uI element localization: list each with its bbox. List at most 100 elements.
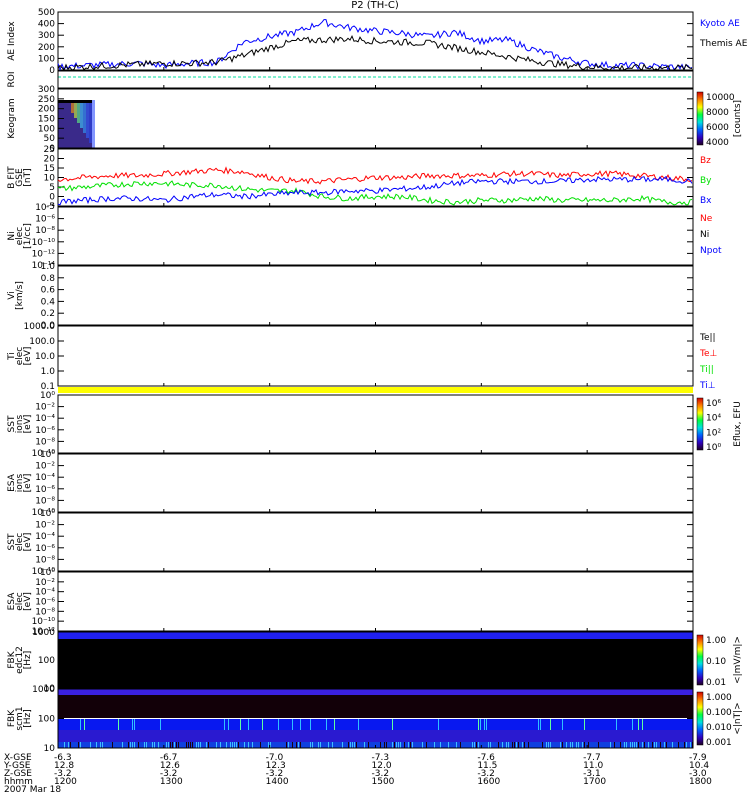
fbk-scm-low-cell bbox=[540, 742, 541, 748]
y-tick-label: 100 bbox=[38, 124, 55, 134]
legend-entry: Ne bbox=[700, 214, 713, 224]
y-tick-label: 10⁻⁴ bbox=[35, 532, 55, 542]
colorbar-unit: Eflux, EFU bbox=[733, 401, 743, 447]
fbk-scm-spike bbox=[550, 719, 551, 730]
legend-entry: Te⊥ bbox=[699, 349, 718, 359]
fbk-scm-low-cell bbox=[346, 742, 347, 748]
y-tick-label: 10⁰ bbox=[40, 391, 55, 401]
fbk-scm-low-cell bbox=[580, 742, 581, 748]
fbk-scm-low-cell bbox=[622, 742, 623, 748]
fbk-scm-low-cell bbox=[568, 742, 569, 748]
fbk-scm-low-cell bbox=[518, 742, 519, 748]
fbk-scm-low-cell bbox=[364, 742, 365, 748]
fbk-scm-low-cell bbox=[628, 742, 629, 748]
fbk-scm-low-cell bbox=[342, 742, 343, 748]
fbk-scm-low-cell bbox=[338, 742, 339, 748]
fbk-scm-low-cell bbox=[390, 742, 391, 748]
colorbar-tick-label: 0.010 bbox=[706, 723, 732, 733]
fbk-scm-low-cell bbox=[632, 742, 633, 748]
fbk-scm-low-cell bbox=[666, 742, 667, 748]
colorbar-tick-label: 6000 bbox=[706, 123, 729, 133]
fbk-scm-low-cell bbox=[322, 742, 323, 748]
y-tick-label: 200 bbox=[38, 105, 55, 115]
y-tick-label: 10⁻⁴ bbox=[35, 588, 55, 598]
fbk-scm-low-cell bbox=[210, 742, 211, 748]
y-tick-label: 300 bbox=[38, 85, 55, 95]
y-tick-label: 250 bbox=[38, 95, 55, 105]
date-label: 2007 Mar 18 bbox=[4, 785, 61, 795]
fbk-scm-low-cell bbox=[490, 742, 491, 748]
fbk-scm-low-cell bbox=[448, 742, 449, 748]
y-tick-label: 10⁰ bbox=[40, 568, 55, 578]
fbk-scm-band-high bbox=[58, 689, 693, 695]
fbk-scm-low-cell bbox=[148, 742, 149, 748]
y-tick-label: 10⁻¹⁰ bbox=[32, 617, 56, 627]
fbk-scm-low-cell bbox=[560, 742, 561, 748]
fbk-scm-low-cell bbox=[282, 742, 283, 748]
fbk-scm-low-cell bbox=[94, 742, 95, 748]
fbk-scm-low-cell bbox=[238, 742, 239, 748]
fbk-scm-low-cell bbox=[440, 742, 441, 748]
panel-frame bbox=[57, 325, 694, 387]
fbk-scm-low-cell bbox=[324, 742, 325, 748]
fbk-scm-low-cell bbox=[488, 742, 489, 748]
fbk-scm-low-cell bbox=[290, 742, 291, 748]
fbk-scm-low-cell bbox=[548, 742, 549, 748]
y-tick-label: 10⁻² bbox=[35, 578, 55, 588]
fbk-scm-low-cell bbox=[434, 742, 435, 748]
legend-by: By bbox=[700, 176, 712, 186]
fbk-scm-low-cell bbox=[556, 742, 557, 748]
y-tick-label: 0 bbox=[49, 193, 55, 203]
fbk-scm-spike bbox=[538, 719, 539, 730]
fbk-scm-low-cell bbox=[72, 742, 73, 748]
fbk-scm-low-cell bbox=[686, 742, 687, 748]
fbk-scm-low-cell bbox=[570, 742, 571, 748]
fbk-scm-spike bbox=[632, 719, 633, 730]
colorbar bbox=[696, 397, 704, 451]
fbk-scm-spike bbox=[480, 719, 481, 730]
fbk-scm-low-cell bbox=[384, 742, 385, 748]
y-tick-label: 100 bbox=[38, 54, 55, 64]
fbk-scm-low-cell bbox=[386, 742, 387, 748]
fbk-scm-low-cell bbox=[240, 742, 241, 748]
fbk-scm-low-cell bbox=[78, 742, 79, 748]
fbk-scm-low-cell bbox=[216, 742, 217, 748]
y-axis-label: [eV] bbox=[23, 347, 33, 366]
fbk-scm-low-cell bbox=[276, 742, 277, 748]
fbk-scm-low-cell bbox=[688, 742, 689, 748]
fbk-scm-spike bbox=[642, 719, 643, 730]
fbk-scm-low-cell bbox=[330, 742, 331, 748]
fbk-scm-low-cell bbox=[106, 742, 107, 748]
colorbar-tick-label: 1.000 bbox=[706, 693, 732, 703]
fbk-scm-low-cell bbox=[142, 742, 143, 748]
fbk-scm-low-cell bbox=[576, 742, 577, 748]
fbk-scm-low-cell bbox=[618, 742, 619, 748]
fbk-scm-spike bbox=[638, 719, 639, 730]
fbk-scm-low-cell bbox=[118, 742, 119, 748]
y-axis-label: ROI bbox=[7, 72, 17, 88]
y-tick-label: 10⁻² bbox=[35, 403, 55, 413]
y-tick-label: 10⁻⁴ bbox=[35, 414, 55, 424]
status-bar-yellow bbox=[58, 387, 693, 393]
fbk-scm-low-cell bbox=[500, 742, 501, 748]
fbk-scm-low-cell bbox=[90, 742, 91, 748]
y-tick-label: 10⁻⁴ bbox=[35, 473, 55, 483]
fbk-scm-low-cell bbox=[452, 742, 453, 748]
fbk-scm-low-cell bbox=[170, 742, 171, 748]
fbk-scm-low-cell bbox=[454, 742, 455, 748]
y-tick-label: 0 bbox=[49, 66, 55, 76]
colorbar bbox=[696, 691, 704, 746]
fbk-scm-low-cell bbox=[350, 742, 351, 748]
y-tick-label: 10⁻⁸ bbox=[35, 496, 55, 506]
fbk-scm-spike bbox=[224, 719, 225, 730]
fbk-scm-low-cell bbox=[344, 742, 345, 748]
colorbar-unit: <|mV/m|> bbox=[733, 636, 743, 684]
fbk-scm-band-10 bbox=[58, 730, 693, 742]
fbk-scm-low-cell bbox=[654, 742, 655, 748]
fbk-scm-low-cell bbox=[182, 742, 183, 748]
fbk-scm-low-cell bbox=[552, 742, 553, 748]
fbk-scm-low-cell bbox=[638, 742, 639, 748]
colorbar-tick-label: 10⁶ bbox=[706, 399, 721, 409]
themis-overview-plot: P2 (TH-C) 0 100 200 300 400 500 AE Index Kyoto … bbox=[0, 0, 750, 800]
fbk-scm-low-cell bbox=[598, 742, 599, 748]
